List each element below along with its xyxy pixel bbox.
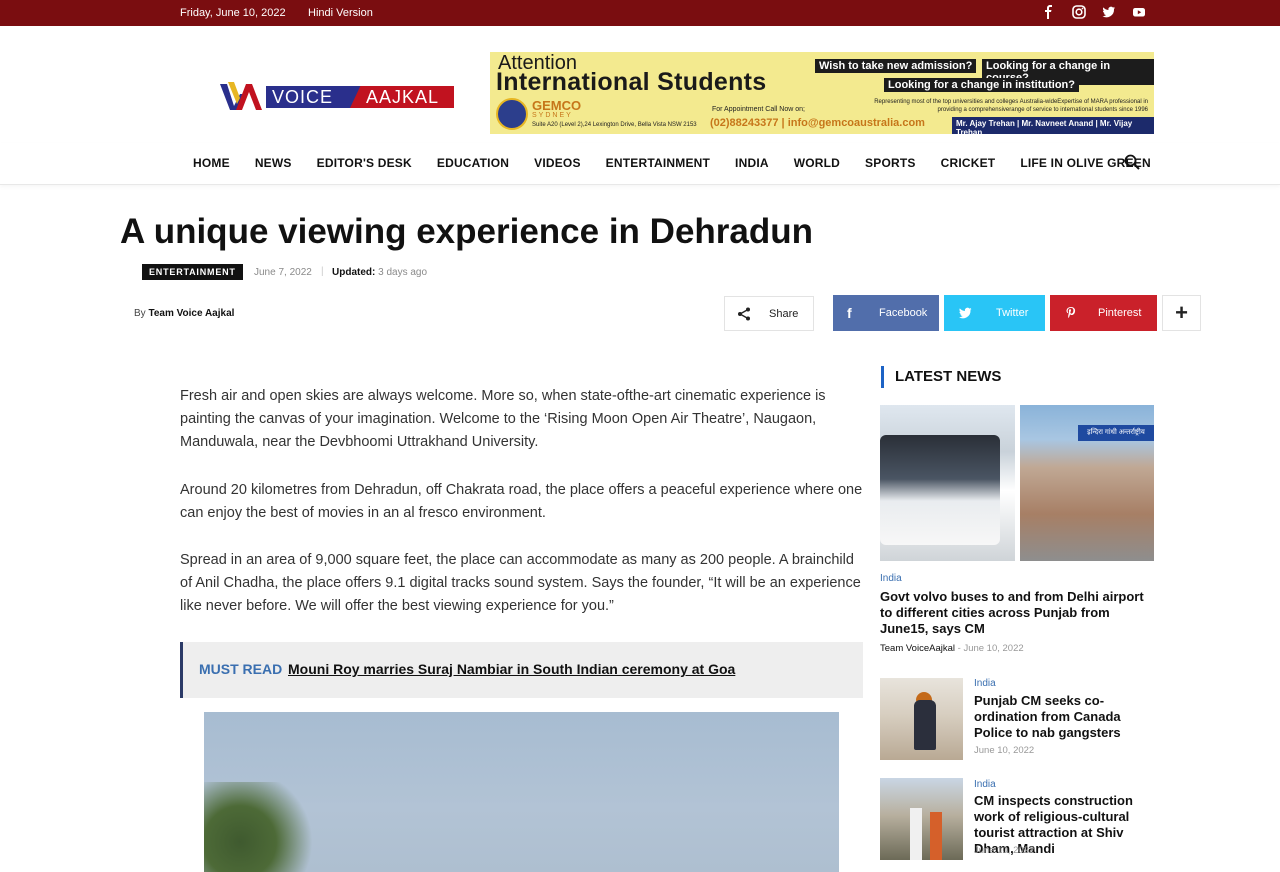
updated-value: 3 days ago — [378, 267, 428, 278]
news-item-title[interactable]: Punjab CM seeks co-ordination from Canad… — [974, 693, 1154, 741]
share-pinterest-label: Pinterest — [1098, 307, 1142, 319]
category-badge[interactable]: ENTERTAINMENT — [142, 264, 243, 280]
article-title: A unique viewing experience in Dehradun — [120, 212, 814, 251]
must-read-link[interactable]: Mouni Roy marries Suraj Nambiar in South… — [288, 661, 735, 677]
airport-sign: इन्दिरा गांधी अन्तर्राष्ट्रीय — [1078, 425, 1154, 441]
share-icon — [738, 307, 750, 321]
tree-foliage — [204, 782, 324, 872]
lead-news-title[interactable]: Govt volvo buses to and from Delhi airpo… — [880, 589, 1154, 637]
news-item-date: June 10, 2022 — [974, 845, 1035, 856]
share-label: Share — [769, 308, 799, 320]
hindi-version-link[interactable]: Hindi Version — [308, 7, 373, 19]
ad-brand-sub: SYDNEY — [532, 112, 573, 119]
ad-contact: (02)88243377 | info@gemcoaustralia.com — [710, 117, 925, 129]
ad-address: Suite A20 (Level 2),24 Lexington Drive, … — [532, 122, 697, 128]
figure-shape — [914, 700, 936, 750]
lead-news-category[interactable]: India — [880, 573, 902, 584]
lead-news-author[interactable]: Team VoiceAajkal — [880, 643, 955, 654]
ad-appointment: For Appointment Call Now on; — [712, 106, 805, 113]
facebook-icon: f — [847, 305, 852, 321]
share-facebook-label: Facebook — [879, 307, 928, 319]
latest-news-heading: LATEST NEWS — [881, 366, 1001, 388]
author-link[interactable]: Team Voice Aajkal — [148, 308, 234, 319]
figure-shape — [910, 808, 922, 860]
share-twitter-label: Twitter — [996, 307, 1029, 319]
gemco-logo-icon — [496, 98, 528, 130]
ad-question-3: Looking for a change in institution? — [884, 78, 1079, 92]
article-paragraph: Around 20 kilometres from Dehradun, off … — [180, 482, 863, 521]
news-thumbnail[interactable] — [880, 778, 963, 860]
ad-represent: Representing most of the top universitie… — [874, 99, 1148, 113]
lead-news-image-bus[interactable] — [880, 405, 1015, 561]
social-links — [1042, 5, 1146, 19]
logo-text-voice: VOICE — [266, 86, 362, 108]
article-image — [204, 712, 839, 872]
byline-prefix: By — [134, 308, 146, 319]
instagram-icon[interactable] — [1072, 5, 1086, 19]
logo-mark-icon — [220, 82, 262, 110]
news-item-date: June 10, 2022 — [974, 745, 1035, 756]
article-paragraph: Spread in an area of 9,000 square feet, … — [180, 552, 861, 614]
facebook-icon[interactable] — [1042, 5, 1056, 19]
twitter-icon — [959, 307, 972, 319]
search-icon[interactable] — [1124, 154, 1140, 170]
news-item-category[interactable]: India — [974, 678, 996, 689]
nav-item-india[interactable]: INDIA — [735, 156, 769, 170]
ad-brand: GEMCO — [532, 98, 582, 113]
more-share-button[interactable]: + — [1162, 295, 1201, 331]
share-button[interactable]: Share — [724, 296, 814, 331]
advertisement-banner[interactable]: Attention International Students Wish to… — [490, 52, 1154, 134]
nav-item-news[interactable]: NEWS — [255, 156, 292, 170]
ad-names: Mr. Ajay Trehan | Mr. Navneet Anand | Mr… — [952, 117, 1154, 134]
share-pinterest-button[interactable]: Pinterest — [1050, 295, 1157, 331]
current-date: Friday, June 10, 2022 — [180, 7, 286, 19]
nav-item-home[interactable]: HOME — [193, 156, 230, 170]
must-read-box: MUST READ Mouni Roy marries Suraj Nambia… — [180, 642, 863, 698]
updated-label: Updated: — [332, 267, 376, 278]
logo-text-aajkal: AAJKAL — [350, 86, 454, 108]
must-read-label: MUST READ — [199, 661, 283, 677]
lead-news-image-airport[interactable]: इन्दिरा गांधी अन्तर्राष्ट्रीय — [1020, 405, 1154, 561]
top-bar: Friday, June 10, 2022 Hindi Version — [0, 0, 1280, 26]
share-facebook-button[interactable]: f Facebook — [833, 295, 939, 331]
meta-separator: | — [321, 266, 324, 277]
news-thumbnail[interactable] — [880, 678, 963, 760]
byline: By Team Voice Aajkal — [134, 308, 234, 319]
nav-item-cricket[interactable]: CRICKET — [941, 156, 996, 170]
lead-news-date: June 10, 2022 — [963, 643, 1024, 654]
publish-date: June 7, 2022 — [254, 267, 312, 278]
share-twitter-button[interactable]: Twitter — [944, 295, 1045, 331]
main-navigation: HOME NEWS EDITOR'S DESK EDUCATION VIDEOS… — [0, 143, 1280, 185]
nav-item-entertainment[interactable]: ENTERTAINMENT — [606, 156, 710, 170]
nav-item-editors-desk[interactable]: EDITOR'S DESK — [317, 156, 412, 170]
lead-news-sep: - — [957, 643, 961, 654]
youtube-icon[interactable] — [1132, 5, 1146, 19]
ad-question-1: Wish to take new admission? — [815, 59, 977, 73]
twitter-icon[interactable] — [1102, 5, 1116, 19]
nav-item-videos[interactable]: VIDEOS — [534, 156, 581, 170]
article-paragraph: Fresh air and open skies are always welc… — [180, 388, 826, 450]
pinterest-icon — [1066, 307, 1076, 318]
nav-item-education[interactable]: EDUCATION — [437, 156, 509, 170]
figure-shape — [930, 812, 942, 860]
nav-item-sports[interactable]: SPORTS — [865, 156, 916, 170]
updated-info: Updated: 3 days ago — [332, 267, 427, 278]
site-logo[interactable]: VOICE AAJKAL — [218, 80, 454, 114]
lead-news-meta: Team VoiceAajkal - June 10, 2022 — [880, 643, 1024, 654]
ad-headline: International Students — [496, 68, 767, 96]
nav-item-world[interactable]: WORLD — [794, 156, 840, 170]
bus-shape — [880, 435, 1000, 545]
news-item-category[interactable]: India — [974, 779, 996, 790]
